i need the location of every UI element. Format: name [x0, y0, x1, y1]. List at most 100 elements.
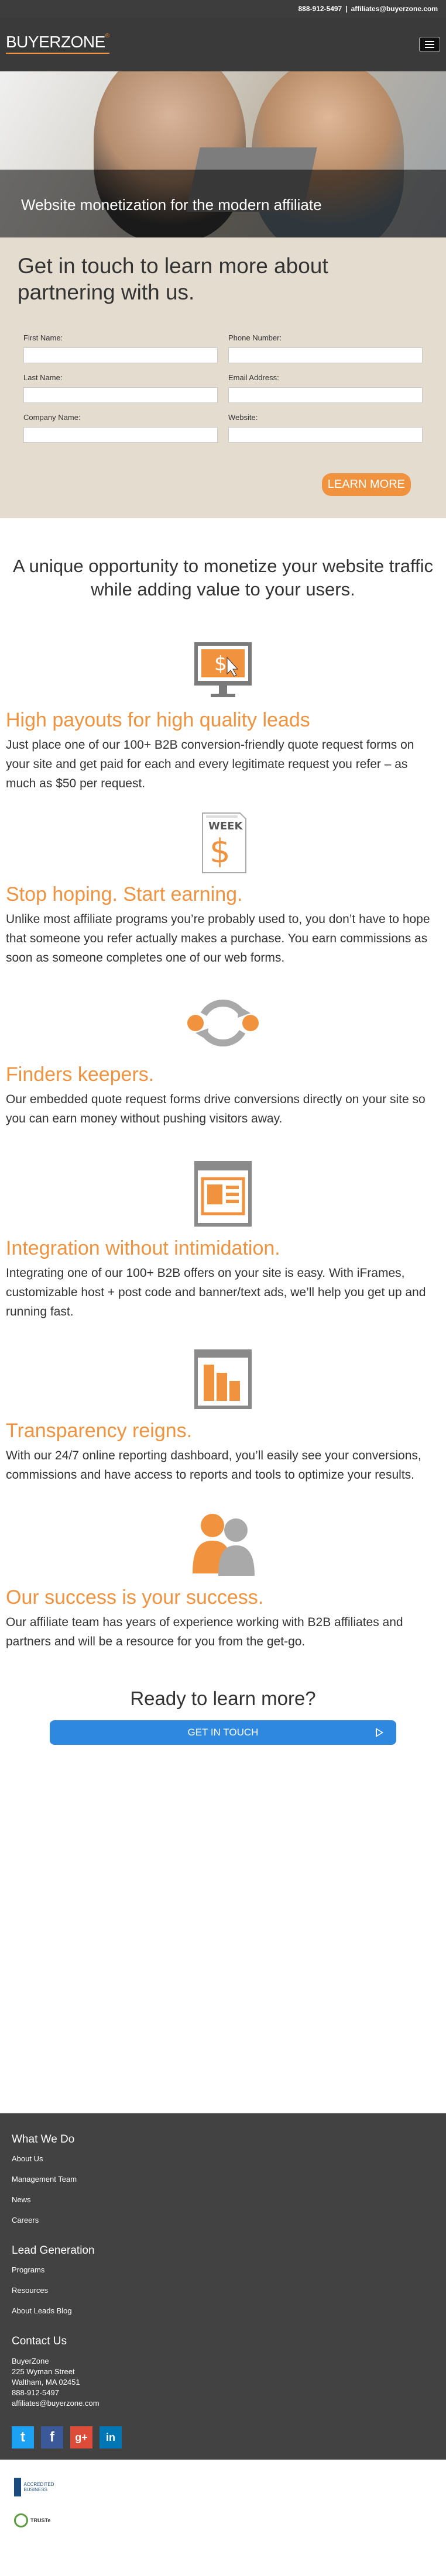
feature-finders: Finders keepers. Our embedded quote requ…	[0, 991, 446, 1128]
footer-contact-title: Contact Us	[12, 2335, 67, 2347]
cta-section: Ready to learn more? GET IN TOUCH	[0, 1688, 446, 1745]
address-email[interactable]: affiliates@buyerzone.com	[12, 2398, 434, 2409]
email-address-input[interactable]	[228, 387, 423, 403]
separator: |	[345, 5, 348, 13]
hero-banner: Website monetization for the modern affi…	[0, 71, 446, 237]
svg-text:$: $	[210, 832, 231, 870]
social-links: t f g+ in	[12, 2426, 434, 2448]
feature-title: Integration without intimidation.	[6, 1237, 280, 1259]
feature-success: Our success is your success. Our affilia…	[0, 1508, 446, 1651]
feature-body: Our affiliate team has years of experien…	[6, 1616, 403, 1648]
week-calendar-dollar-icon: WEEK $	[202, 812, 246, 873]
footer-section-title: What We Do	[12, 2133, 75, 2145]
phone-number-label: Phone Number:	[228, 333, 282, 342]
address-line: 225 Wyman Street	[12, 2367, 75, 2376]
first-name-field: First Name:	[23, 333, 218, 363]
cta-heading: Ready to learn more?	[130, 1688, 316, 1709]
company-name-label: Company Name:	[23, 413, 81, 422]
website-field: Website:	[228, 413, 423, 443]
first-name-label: First Name:	[23, 333, 63, 342]
legal-links: Privacy Policy Terms and Conditions Site…	[12, 2570, 434, 2576]
intro-section: A unique opportunity to monetize your we…	[0, 518, 446, 601]
linkedin-icon[interactable]: in	[100, 2426, 122, 2448]
last-name-field: Last Name:	[23, 373, 218, 403]
terms-link[interactable]: Terms and Conditions	[55, 2570, 112, 2576]
footer-link-news[interactable]: News	[12, 2195, 434, 2204]
embedded-form-icon	[194, 1161, 252, 1227]
contact-form: First Name: Phone Number: Last Name: Ema…	[18, 333, 428, 443]
footer-links-what-we-do: About Us Management Team News Careers	[12, 2154, 434, 2224]
address-phone[interactable]: 888-912-5497	[12, 2388, 434, 2398]
hamburger-icon	[425, 41, 434, 42]
truste-text: TRUSTe	[30, 2518, 51, 2523]
bbb-logo-icon	[14, 2478, 22, 2496]
facebook-icon[interactable]: f	[41, 2426, 63, 2448]
footer-link-management-team[interactable]: Management Team	[12, 2175, 434, 2184]
feature-body: Unlike most affiliate programs you’re pr…	[6, 912, 430, 965]
logo-text: BUYERZONE	[6, 33, 105, 51]
truste-badge[interactable]: TRUSTe	[12, 2510, 70, 2530]
feature-body: Integrating one of our 100+ B2B offers o…	[6, 1266, 426, 1318]
website-input[interactable]	[228, 427, 423, 443]
first-name-input[interactable]	[23, 347, 218, 363]
footer-link-programs[interactable]: Programs	[12, 2265, 434, 2274]
bbb-accredited-badge[interactable]: ACCREDITED BUSINESS	[12, 2475, 64, 2499]
intro-text: A unique opportunity to monetize your we…	[12, 556, 433, 600]
feature-title: Finders keepers.	[6, 1063, 155, 1086]
footer-section-title: Lead Generation	[12, 2244, 95, 2257]
feature-earning: WEEK $ Stop hoping. Start earning. Unlik…	[0, 811, 446, 967]
site-map-link[interactable]: Site Map	[119, 2570, 142, 2576]
logo[interactable]: BUYERZONE®	[6, 33, 109, 54]
feature-body: With our 24/7 online reporting dashboard…	[6, 1449, 421, 1482]
phone-link[interactable]: 888-912-5497	[299, 5, 342, 13]
feature-integration: Integration without intimidation. Integr…	[0, 1159, 446, 1321]
feature-transparency: Transparency reigns. With our 24/7 onlin…	[0, 1347, 446, 1485]
get-in-touch-button[interactable]: GET IN TOUCH	[50, 1720, 396, 1745]
top-bar: 888-912-5497 | affiliates@buyerzone.com	[0, 0, 446, 18]
company-name-field: Company Name:	[23, 413, 218, 443]
email-link[interactable]: affiliates@buyerzone.com	[351, 5, 438, 13]
last-name-label: Last Name:	[23, 373, 63, 382]
footer-link-about-leads-blog[interactable]: About Leads Blog	[12, 2306, 434, 2315]
truste-check-icon	[14, 2513, 28, 2527]
svg-text:WEEK: WEEK	[208, 820, 243, 832]
footer-link-resources[interactable]: Resources	[12, 2286, 434, 2295]
footer-link-about-us[interactable]: About Us	[12, 2154, 434, 2163]
feature-title: High payouts for high quality leads	[6, 709, 310, 731]
last-name-input[interactable]	[23, 387, 218, 403]
footer-links-lead-generation: Programs Resources About Leads Blog	[12, 2265, 434, 2315]
website-label: Website:	[228, 413, 258, 422]
phone-number-field: Phone Number:	[228, 333, 423, 363]
address-line: Waltham, MA 02451	[12, 2378, 80, 2386]
address-line: BuyerZone	[12, 2357, 49, 2365]
twitter-icon[interactable]: t	[12, 2426, 34, 2448]
feature-title: Our success is your success.	[6, 1586, 264, 1609]
site-footer: What We Do About Us Management Team News…	[0, 2113, 446, 2576]
menu-button[interactable]	[419, 37, 440, 52]
contact-form-section: Get in touch to learn more about partner…	[0, 237, 446, 518]
refresh-cycle-icon	[187, 999, 259, 1047]
footer-address: BuyerZone 225 Wyman Street Waltham, MA 0…	[12, 2356, 434, 2409]
privacy-policy-link[interactable]: Privacy Policy	[12, 2570, 48, 2576]
hero-title: Website monetization for the modern affi…	[21, 196, 322, 213]
svg-text:$: $	[214, 652, 227, 676]
logo-underline	[6, 53, 109, 54]
feature-title: Stop hoping. Start earning.	[6, 883, 243, 905]
learn-more-button[interactable]: LEARN MORE	[321, 473, 411, 496]
email-address-field: Email Address:	[228, 373, 423, 403]
cta-button-label: GET IN TOUCH	[187, 1727, 259, 1738]
phone-number-input[interactable]	[228, 347, 423, 363]
bbb-badge-text: ACCREDITED BUSINESS	[23, 2482, 54, 2492]
company-name-input[interactable]	[23, 427, 218, 443]
feature-body: Our embedded quote request forms drive c…	[6, 1093, 426, 1125]
email-address-label: Email Address:	[228, 373, 279, 382]
feature-title: Transparency reigns.	[6, 1420, 193, 1442]
footer-link-careers[interactable]: Careers	[12, 2216, 434, 2224]
google-plus-icon[interactable]: g+	[70, 2426, 92, 2448]
hero-caption: Website monetization for the modern affi…	[0, 170, 446, 237]
copyright: © 2015, BuyerZone.com, LLC. A Purch Bran…	[12, 2540, 181, 2546]
monitor-dollar-icon: $	[194, 642, 252, 697]
feature-payouts: $ High payouts for high quality leads Ju…	[0, 640, 446, 793]
dashboard-chart-icon	[194, 1349, 252, 1409]
contact-heading: Get in touch to learn more about partner…	[18, 254, 328, 304]
